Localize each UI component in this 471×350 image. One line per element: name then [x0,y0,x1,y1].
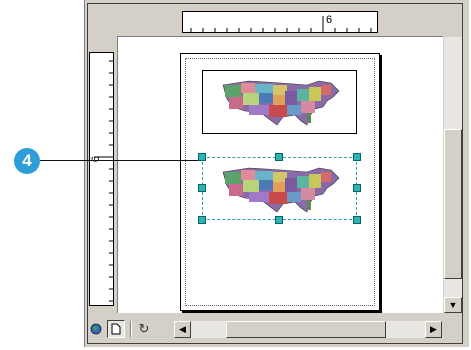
scroll-left-button[interactable]: ◀ [174,321,191,338]
horizontal-scrollbar[interactable] [191,321,425,338]
scroll-right-button[interactable]: ▶ [425,321,442,338]
horizontal-scroll-thumb[interactable] [226,321,386,338]
data-frame-original[interactable] [202,70,357,134]
arrow-down-icon: ▼ [448,300,458,310]
us-map-image [222,80,340,126]
vertical-ruler: 6 [89,52,114,306]
resize-handle-top-left[interactable] [198,153,206,161]
page-icon [111,323,121,335]
toolbar-separator [130,321,132,337]
refresh-icon: ↻ [138,321,150,336]
resize-handle-bottom-center[interactable] [275,216,283,224]
us-map-image-copy [222,167,340,213]
vertical-ruler-label: 6 [90,155,103,163]
resize-handle-bottom-left[interactable] [198,216,206,224]
arrow-left-icon: ◀ [179,324,186,334]
refresh-button[interactable]: ↻ [135,320,153,338]
scroll-down-button[interactable]: ▼ [444,297,462,313]
globe-icon [90,323,102,335]
horizontal-ruler: 6 [182,11,378,33]
layout-view-button[interactable] [107,320,125,338]
resize-handle-middle-right[interactable] [353,184,361,192]
resize-handle-middle-left[interactable] [198,184,206,192]
horizontal-ruler-label: 6 [326,14,333,26]
callout-leader-line [40,160,200,161]
vertical-scroll-thumb[interactable] [444,129,462,279]
arrow-right-icon: ▶ [430,324,437,334]
data-frame-selected[interactable] [202,157,357,220]
resize-handle-top-right[interactable] [353,153,361,161]
resize-handle-top-center[interactable] [275,153,283,161]
resize-handle-bottom-right[interactable] [353,216,361,224]
vertical-scrollbar[interactable]: ▼ [444,37,462,313]
callout-badge: 4 [14,148,40,174]
data-view-button[interactable] [87,320,105,338]
